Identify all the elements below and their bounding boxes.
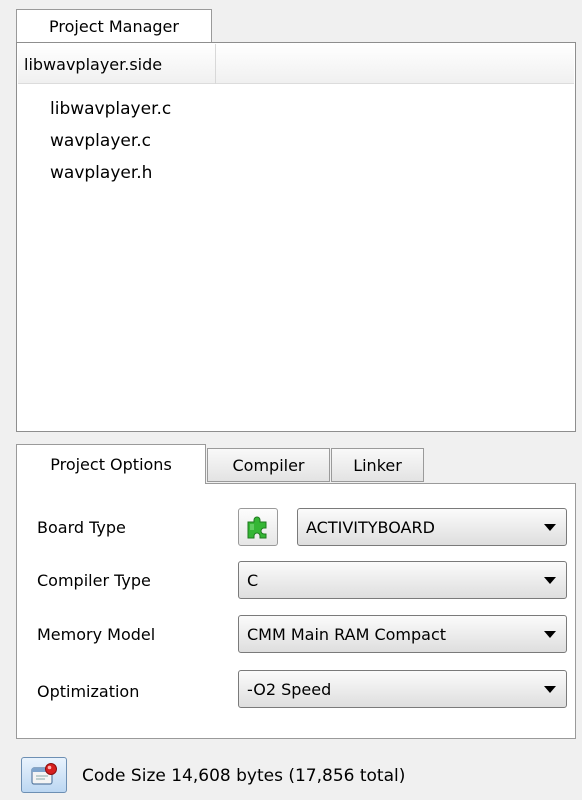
tab-project-options[interactable]: Project Options: [16, 444, 206, 484]
chevron-down-icon: [544, 577, 556, 584]
compiler-type-select[interactable]: C: [238, 561, 567, 599]
compiler-type-value: C: [247, 570, 259, 590]
optimization-label: Optimization: [37, 681, 140, 701]
chevron-down-icon: [544, 631, 556, 638]
file-item-label: wavplayer.c: [50, 131, 152, 151]
tab-linker[interactable]: Linker: [331, 448, 424, 482]
code-size-status: Code Size 14,608 bytes (17,856 total): [82, 766, 406, 786]
project-file-list: libwavplayer.c wavplayer.c wavplayer.h: [50, 93, 450, 189]
file-item[interactable]: wavplayer.c: [50, 125, 450, 157]
project-tree-header: libwavplayer.side: [18, 44, 574, 84]
memory-model-label: Memory Model: [37, 624, 156, 644]
optimization-select[interactable]: -O2 Speed: [238, 670, 567, 708]
file-item[interactable]: libwavplayer.c: [50, 93, 450, 125]
board-type-value: ACTIVITYBOARD: [306, 517, 435, 537]
tab-compiler[interactable]: Compiler: [207, 448, 330, 482]
chevron-down-icon: [544, 524, 556, 531]
project-file-header[interactable]: libwavplayer.side: [18, 44, 216, 84]
project-file-name: libwavplayer.side: [24, 54, 163, 74]
tab-project-manager[interactable]: Project Manager: [16, 9, 212, 43]
tab-project-options-label: Project Options: [50, 455, 172, 474]
build-status-icon: [31, 763, 57, 785]
file-item[interactable]: wavplayer.h: [50, 157, 450, 189]
chevron-down-icon: [544, 686, 556, 693]
tab-project-manager-label: Project Manager: [49, 17, 179, 36]
file-item-label: libwavplayer.c: [50, 99, 172, 119]
optimization-value: -O2 Speed: [247, 679, 332, 699]
board-type-config-button[interactable]: [238, 508, 278, 546]
memory-model-value: CMM Main RAM Compact: [247, 624, 447, 644]
board-type-select[interactable]: ACTIVITYBOARD: [297, 508, 567, 546]
compiler-type-label: Compiler Type: [37, 570, 151, 590]
puzzle-piece-icon: [247, 516, 267, 539]
memory-model-select[interactable]: CMM Main RAM Compact: [238, 615, 567, 653]
project-manager-panel: libwavplayer.side libwavplayer.c wavplay…: [16, 42, 576, 432]
file-item-label: wavplayer.h: [50, 163, 153, 183]
project-options-panel: Board Type ACTIVITYBOARD Compiler Type C…: [16, 483, 576, 739]
board-type-label: Board Type: [37, 517, 126, 537]
build-status-button[interactable]: [21, 757, 67, 793]
tab-compiler-label: Compiler: [232, 455, 305, 475]
tab-linker-label: Linker: [353, 455, 402, 475]
